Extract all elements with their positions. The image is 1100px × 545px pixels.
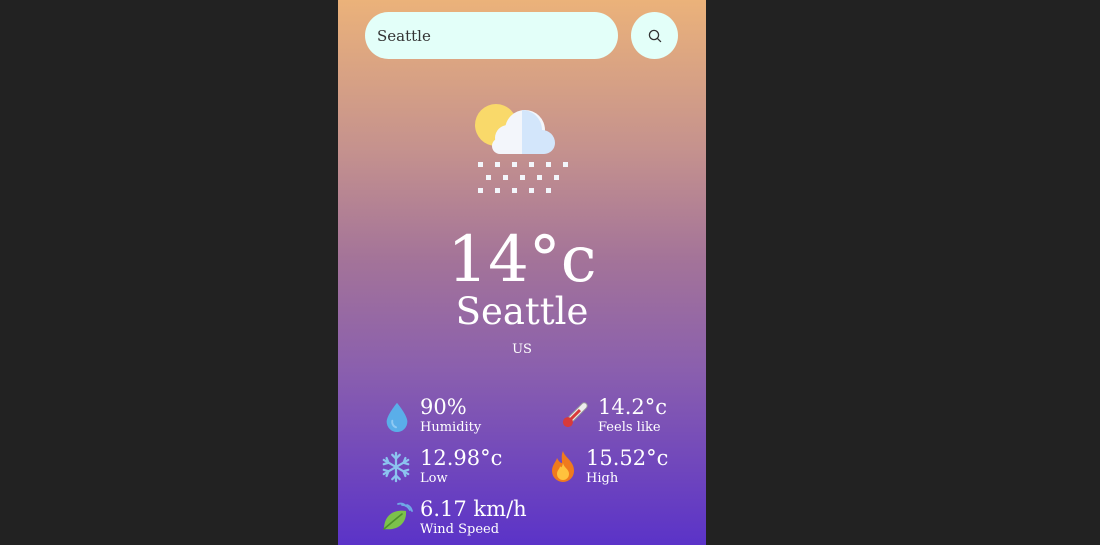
temperature: 14°c (447, 223, 597, 297)
country-code: US (512, 342, 532, 357)
low-label: Low (420, 471, 448, 486)
high-label: High (586, 471, 619, 486)
weather-app: 14°c Seattle US 90% Humidity 14.2°c Feel… (338, 0, 706, 545)
feels-like-label: Feels like (598, 420, 661, 435)
snow-cloud-sun-icon (475, 104, 568, 193)
wind-speed-value: 6.17 km/h (420, 497, 527, 521)
fire-icon (552, 451, 574, 482)
snowflake-icon (382, 451, 410, 483)
search-icon (648, 29, 661, 42)
city-name: Seattle (455, 290, 589, 333)
search-button[interactable] (631, 12, 678, 59)
high-value: 15.52°c (586, 446, 669, 470)
search-bar (365, 12, 678, 59)
thermometer-icon (562, 402, 588, 428)
search-input[interactable] (365, 12, 618, 59)
low-value: 12.98°c (420, 446, 503, 470)
wind-speed-label: Wind Speed (420, 522, 500, 537)
humidity-label: Humidity (420, 420, 482, 435)
wind-leaf-icon (383, 502, 413, 530)
humidity-value: 90% (420, 395, 467, 419)
feels-like-value: 14.2°c (598, 395, 668, 419)
droplet-icon (386, 402, 408, 432)
